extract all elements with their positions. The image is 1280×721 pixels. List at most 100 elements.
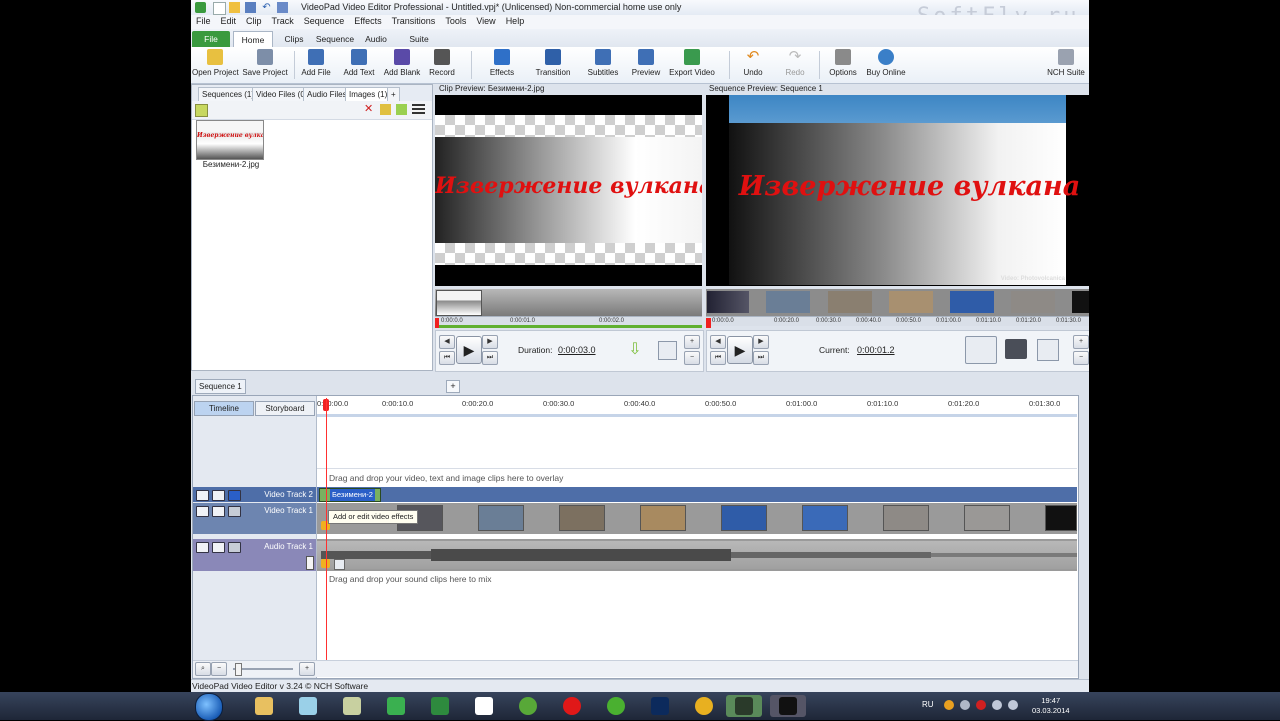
video-clip[interactable] xyxy=(1045,505,1077,531)
eye-icon[interactable] xyxy=(196,506,209,517)
up-folder-icon[interactable] xyxy=(195,104,208,117)
add-file-button[interactable]: Add File xyxy=(299,49,333,82)
open-project-button[interactable]: Open Project xyxy=(192,49,239,82)
nch-suite-button[interactable]: NCH Suite xyxy=(1046,49,1086,82)
tray-icon[interactable] xyxy=(960,700,970,710)
buy-online-button[interactable]: Buy Online xyxy=(865,49,907,82)
quick-access-dropdown-icon[interactable] xyxy=(277,2,288,13)
clip-playhead[interactable] xyxy=(435,318,439,328)
audio-clip[interactable] xyxy=(317,541,1077,569)
seq-play-button[interactable]: ▶ xyxy=(727,336,753,364)
zoom-slider-handle[interactable] xyxy=(235,663,242,676)
taskbar-app-3[interactable] xyxy=(334,695,370,717)
seq-to-start-button[interactable]: ⏮ xyxy=(710,351,726,365)
sequence-tab[interactable]: Sequence 1 xyxy=(195,379,246,394)
tab-sequence[interactable]: Sequence xyxy=(315,31,355,47)
clip-prev-frame-button[interactable]: ◀ xyxy=(439,335,455,349)
zoom-out-icon[interactable]: − xyxy=(211,662,227,676)
add-text-button[interactable]: Add Text xyxy=(341,49,377,82)
snapshot-icon[interactable] xyxy=(1005,339,1027,359)
video-track-2-lane[interactable]: Безимени-2 xyxy=(317,487,1077,502)
taskbar-chrome[interactable] xyxy=(686,695,722,717)
video-clip[interactable] xyxy=(964,505,1010,531)
undo-button[interactable]: ↶ Undo xyxy=(739,49,767,82)
taskbar-videopad-active[interactable] xyxy=(726,695,762,717)
start-button[interactable] xyxy=(195,693,223,721)
timeline-view-button[interactable]: Timeline xyxy=(194,401,254,416)
video-clip[interactable] xyxy=(721,505,767,531)
menu-edit[interactable]: Edit xyxy=(216,15,242,26)
menu-transitions[interactable]: Transitions xyxy=(387,15,441,26)
lock-icon[interactable] xyxy=(212,490,225,501)
effects-button[interactable]: Effects xyxy=(483,49,521,82)
menu-tools[interactable]: Tools xyxy=(440,15,471,26)
options-button[interactable]: Options xyxy=(827,49,859,82)
video-track-1-lane[interactable] xyxy=(317,503,1077,534)
bin-tab-sequences[interactable]: Sequences (1) xyxy=(198,87,259,101)
lock-icon[interactable] xyxy=(212,506,225,517)
redo-button[interactable]: ↷ Redo xyxy=(781,49,809,82)
taskbar-opera[interactable] xyxy=(554,695,590,717)
seq-next-frame-button[interactable]: ▶ xyxy=(753,335,769,349)
unlink-icon[interactable] xyxy=(1037,339,1059,361)
video-clip[interactable] xyxy=(640,505,686,531)
current-value[interactable]: 0:00:01.2 xyxy=(857,345,895,355)
volume-icon[interactable] xyxy=(1008,700,1018,710)
image-thumbnail[interactable]: Извержение вулкана xyxy=(196,120,264,160)
taskbar-app-6[interactable] xyxy=(466,695,502,717)
export-video-button[interactable]: Export Video xyxy=(669,49,715,82)
video-clip[interactable] xyxy=(478,505,524,531)
menu-track[interactable]: Track xyxy=(267,15,299,26)
audio-speaker-icon[interactable] xyxy=(334,559,345,570)
save-project-button[interactable]: Save Project xyxy=(242,49,288,82)
delete-icon[interactable]: ✕ xyxy=(364,104,375,115)
volume-slider-handle[interactable] xyxy=(306,556,314,570)
video-clip[interactable] xyxy=(802,505,848,531)
seq-zoom-in-icon[interactable]: + xyxy=(1073,335,1089,349)
taskbar-app-2[interactable] xyxy=(290,695,326,717)
taskbar-excel[interactable] xyxy=(422,695,458,717)
clip-play-button[interactable]: ▶ xyxy=(456,336,482,364)
video-clip[interactable] xyxy=(883,505,929,531)
taskbar-icq[interactable] xyxy=(598,695,634,717)
taskbar-photoshop[interactable] xyxy=(642,695,678,717)
taskbar-app-13[interactable] xyxy=(770,695,806,717)
menu-view[interactable]: View xyxy=(471,15,500,26)
timeline-ruler[interactable]: 0:00:00.0 0:00:10.0 0:00:20.0 0:00:30.0 … xyxy=(317,396,1077,417)
seq-to-end-button[interactable]: ⏭ xyxy=(753,351,769,365)
eye-icon[interactable] xyxy=(196,490,209,501)
zoom-fit-icon[interactable]: ⌕ xyxy=(195,662,211,676)
insert-clip-icon[interactable] xyxy=(658,341,677,360)
image-clip[interactable]: Безимени-2 xyxy=(319,488,381,502)
clip-zoom-out-icon[interactable]: − xyxy=(684,351,700,365)
tab-suite[interactable]: Suite xyxy=(404,31,434,47)
duration-value[interactable]: 0:00:03.0 xyxy=(558,345,596,355)
taskbar-utorrent[interactable] xyxy=(510,695,546,717)
zoom-in-icon[interactable]: + xyxy=(299,662,315,676)
clip-zoom-in-icon[interactable]: + xyxy=(684,335,700,349)
menu-effects[interactable]: Effects xyxy=(349,15,386,26)
add-sequence-button[interactable]: + xyxy=(446,380,460,393)
speaker-icon[interactable] xyxy=(196,542,209,553)
lock-icon[interactable] xyxy=(212,542,225,553)
transition-button[interactable]: Transition xyxy=(534,49,572,82)
menu-file[interactable]: File xyxy=(191,15,216,26)
network-icon[interactable] xyxy=(992,700,1002,710)
bin-tab-images[interactable]: Images (1) xyxy=(345,87,392,101)
track-color-icon[interactable] xyxy=(228,506,241,517)
tray-icon[interactable] xyxy=(944,700,954,710)
tab-audio[interactable]: Audio xyxy=(361,31,391,47)
list-view-icon[interactable] xyxy=(412,104,425,115)
menu-help[interactable]: Help xyxy=(501,15,530,26)
split-dropdown-icon[interactable] xyxy=(965,336,997,364)
language-indicator[interactable]: RU xyxy=(922,700,934,709)
new-icon[interactable] xyxy=(213,2,226,15)
clip-to-end-button[interactable]: ⏭ xyxy=(482,351,498,365)
clock[interactable]: 19:47 03.03.2014 xyxy=(1032,696,1070,716)
tab-clips[interactable]: Clips xyxy=(279,31,309,47)
taskbar-explorer[interactable] xyxy=(246,695,282,717)
clip-next-frame-button[interactable]: ▶ xyxy=(482,335,498,349)
clip-to-start-button[interactable]: ⏮ xyxy=(439,351,455,365)
menu-clip[interactable]: Clip xyxy=(241,15,267,26)
add-blank-button[interactable]: Add Blank xyxy=(383,49,421,82)
